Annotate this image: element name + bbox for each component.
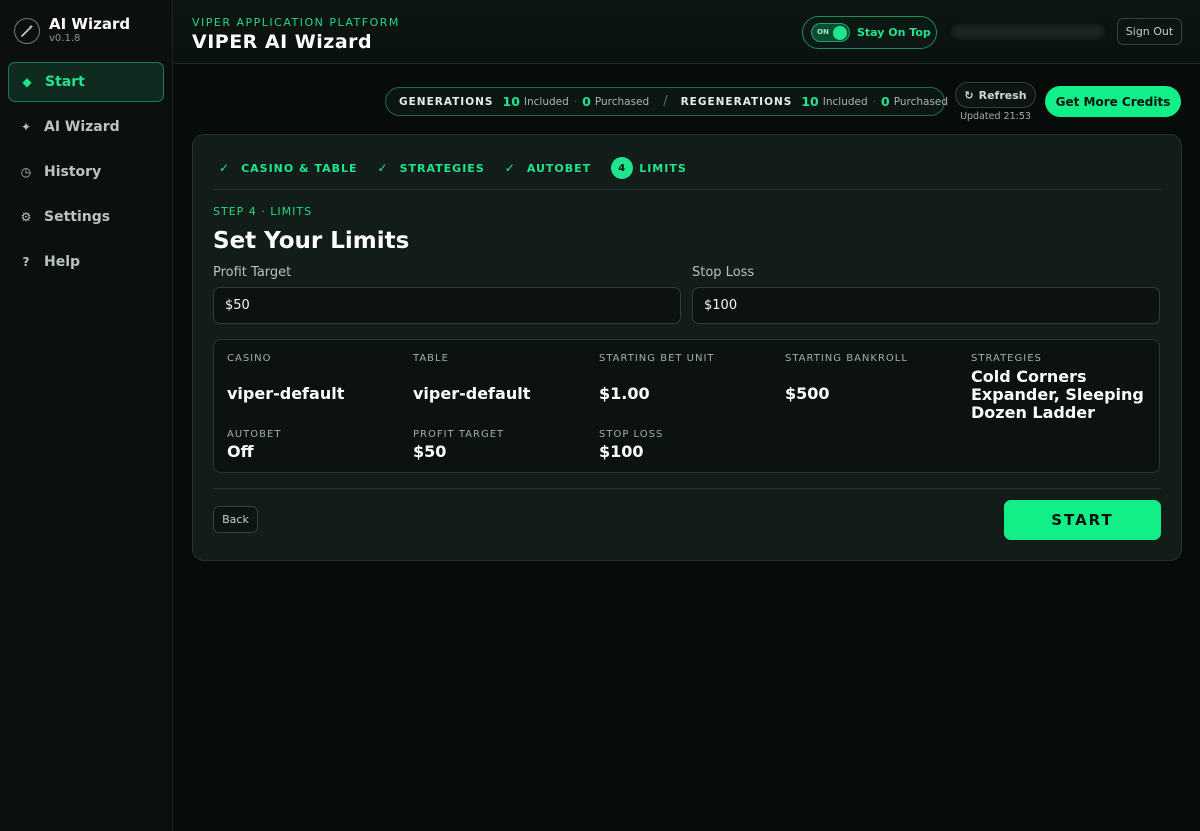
sidebar-item-ai-wizard[interactable]: ✦ AI Wizard [8, 107, 164, 147]
table-label: TABLE [413, 353, 449, 364]
bet-unit-label: STARTING BET UNIT [599, 353, 715, 364]
platform-label: VIPER APPLICATION PLATFORM [192, 16, 400, 29]
generations-label: GENERATIONS [399, 95, 494, 108]
checkmark-icon: ✓ [219, 161, 231, 175]
included-label: Included [822, 95, 868, 108]
sidebar-item-label: History [44, 164, 102, 180]
included-label: Included [523, 95, 569, 108]
step-label: STRATEGIES [399, 161, 485, 175]
gear-icon: ⚙ [20, 210, 32, 224]
regenerations-label: REGENERATIONS [680, 95, 793, 108]
step-strategies[interactable]: ✓ STRATEGIES [378, 161, 485, 175]
divider [213, 189, 1161, 190]
brand-title: AI Wizard [49, 15, 131, 33]
sidebar: AI Wizard v0.1.8 ◆ Start ✦ AI Wizard ◷ H… [0, 0, 173, 831]
get-more-credits-button[interactable]: Get More Credits [1045, 86, 1181, 117]
step-limits[interactable]: 4 LIMITS [611, 157, 687, 179]
purchased-label: Purchased [893, 95, 949, 108]
step-label: AUTOBET [526, 161, 592, 175]
profit-target-summary-value: $50 [413, 442, 447, 461]
step-label: LIMITS [639, 161, 687, 175]
magic-wand-icon [14, 17, 40, 44]
separator-slash: / [663, 94, 668, 109]
step-casino-table[interactable]: ✓ CASINO & TABLE [219, 161, 358, 175]
page-title: VIPER AI Wizard [192, 31, 373, 53]
credits-summary: GENERATIONS 10 Included · 0 Purchased / … [385, 87, 949, 116]
clock-icon: ◷ [20, 165, 32, 179]
sidebar-nav: ◆ Start ✦ AI Wizard ◷ History ⚙ Settings… [8, 62, 164, 287]
stop-loss-input[interactable] [692, 287, 1160, 324]
purchased-label: Purchased [594, 95, 650, 108]
sign-out-button[interactable]: Sign Out [1117, 18, 1182, 45]
separator-dot: · [573, 95, 578, 108]
sidebar-item-settings[interactable]: ⚙ Settings [8, 197, 164, 237]
step-number-badge: 4 [611, 157, 634, 179]
sidebar-item-label: Settings [44, 209, 111, 225]
user-account-redacted [952, 25, 1104, 39]
top-header: VIPER APPLICATION PLATFORM VIPER AI Wiza… [174, 0, 1200, 64]
wizard-card: ✓ CASINO & TABLE ✓ STRATEGIES ✓ AUTOBET … [192, 134, 1182, 561]
step-caption: STEP 4 · LIMITS [213, 205, 313, 218]
checkmark-icon: ✓ [377, 161, 389, 175]
bankroll-value: $500 [785, 384, 830, 403]
strategies-label: STRATEGIES [971, 353, 1042, 364]
start-button[interactable]: START [1004, 500, 1161, 540]
app-version: v0.1.8 [49, 33, 81, 44]
generations-included-count: 10 [502, 94, 520, 109]
diamond-icon: ◆ [22, 75, 32, 89]
regenerations-included-count: 10 [801, 94, 819, 109]
back-button[interactable]: Back [213, 506, 258, 533]
profit-target-label: Profit Target [213, 265, 292, 280]
sidebar-item-label: AI Wizard [44, 119, 120, 135]
stay-on-top-label: Stay On Top [857, 26, 931, 39]
refresh-button[interactable]: ↻ Refresh [955, 82, 1036, 108]
toggle-state-label: ON [817, 28, 829, 36]
profit-target-input[interactable] [213, 287, 681, 324]
sidebar-item-history[interactable]: ◷ History [8, 152, 164, 192]
section-title: Set Your Limits [213, 228, 410, 254]
stop-loss-label: Stop Loss [692, 265, 755, 280]
sidebar-item-label: Start [45, 74, 85, 90]
refresh-icon: ↻ [964, 88, 974, 102]
sparkle-icon: ✦ [20, 120, 32, 134]
autobet-label: AUTOBET [227, 429, 282, 440]
separator-dot: · [872, 95, 876, 108]
stop-loss-summary-value: $100 [599, 442, 644, 461]
brand: AI Wizard v0.1.8 [14, 16, 130, 45]
sidebar-item-label: Help [44, 254, 81, 270]
bankroll-label: STARTING BANKROLL [785, 353, 908, 364]
casino-label: CASINO [227, 353, 272, 364]
toggle-knob [833, 26, 847, 40]
sidebar-item-start[interactable]: ◆ Start [8, 62, 164, 102]
summary-panel: CASINO viper-default TABLE viper-default… [213, 339, 1160, 473]
toggle-switch[interactable]: ON [811, 23, 850, 42]
strategies-value: Cold Corners Expander, Sleeping Dozen La… [971, 367, 1144, 422]
sidebar-item-help[interactable]: ? Help [8, 242, 164, 282]
checkmark-icon: ✓ [504, 161, 516, 175]
table-value: viper-default [413, 384, 531, 403]
stay-on-top-toggle[interactable]: ON Stay On Top [802, 16, 937, 49]
generations-purchased-count: 0 [582, 94, 591, 109]
updated-timestamp: Updated 21:53 [960, 111, 1031, 122]
step-label: CASINO & TABLE [241, 161, 358, 175]
regenerations-purchased-count: 0 [881, 94, 890, 109]
question-icon: ? [22, 255, 30, 269]
bet-unit-value: $1.00 [599, 384, 650, 403]
profit-target-summary-label: PROFIT TARGET [413, 429, 505, 440]
step-autobet[interactable]: ✓ AUTOBET [505, 161, 591, 175]
autobet-value: Off [227, 442, 254, 461]
divider [213, 488, 1161, 489]
refresh-label: Refresh [978, 88, 1027, 102]
stepper: ✓ CASINO & TABLE ✓ STRATEGIES ✓ AUTOBET … [219, 157, 707, 179]
stop-loss-summary-label: STOP LOSS [599, 429, 664, 440]
casino-value: viper-default [227, 384, 345, 403]
